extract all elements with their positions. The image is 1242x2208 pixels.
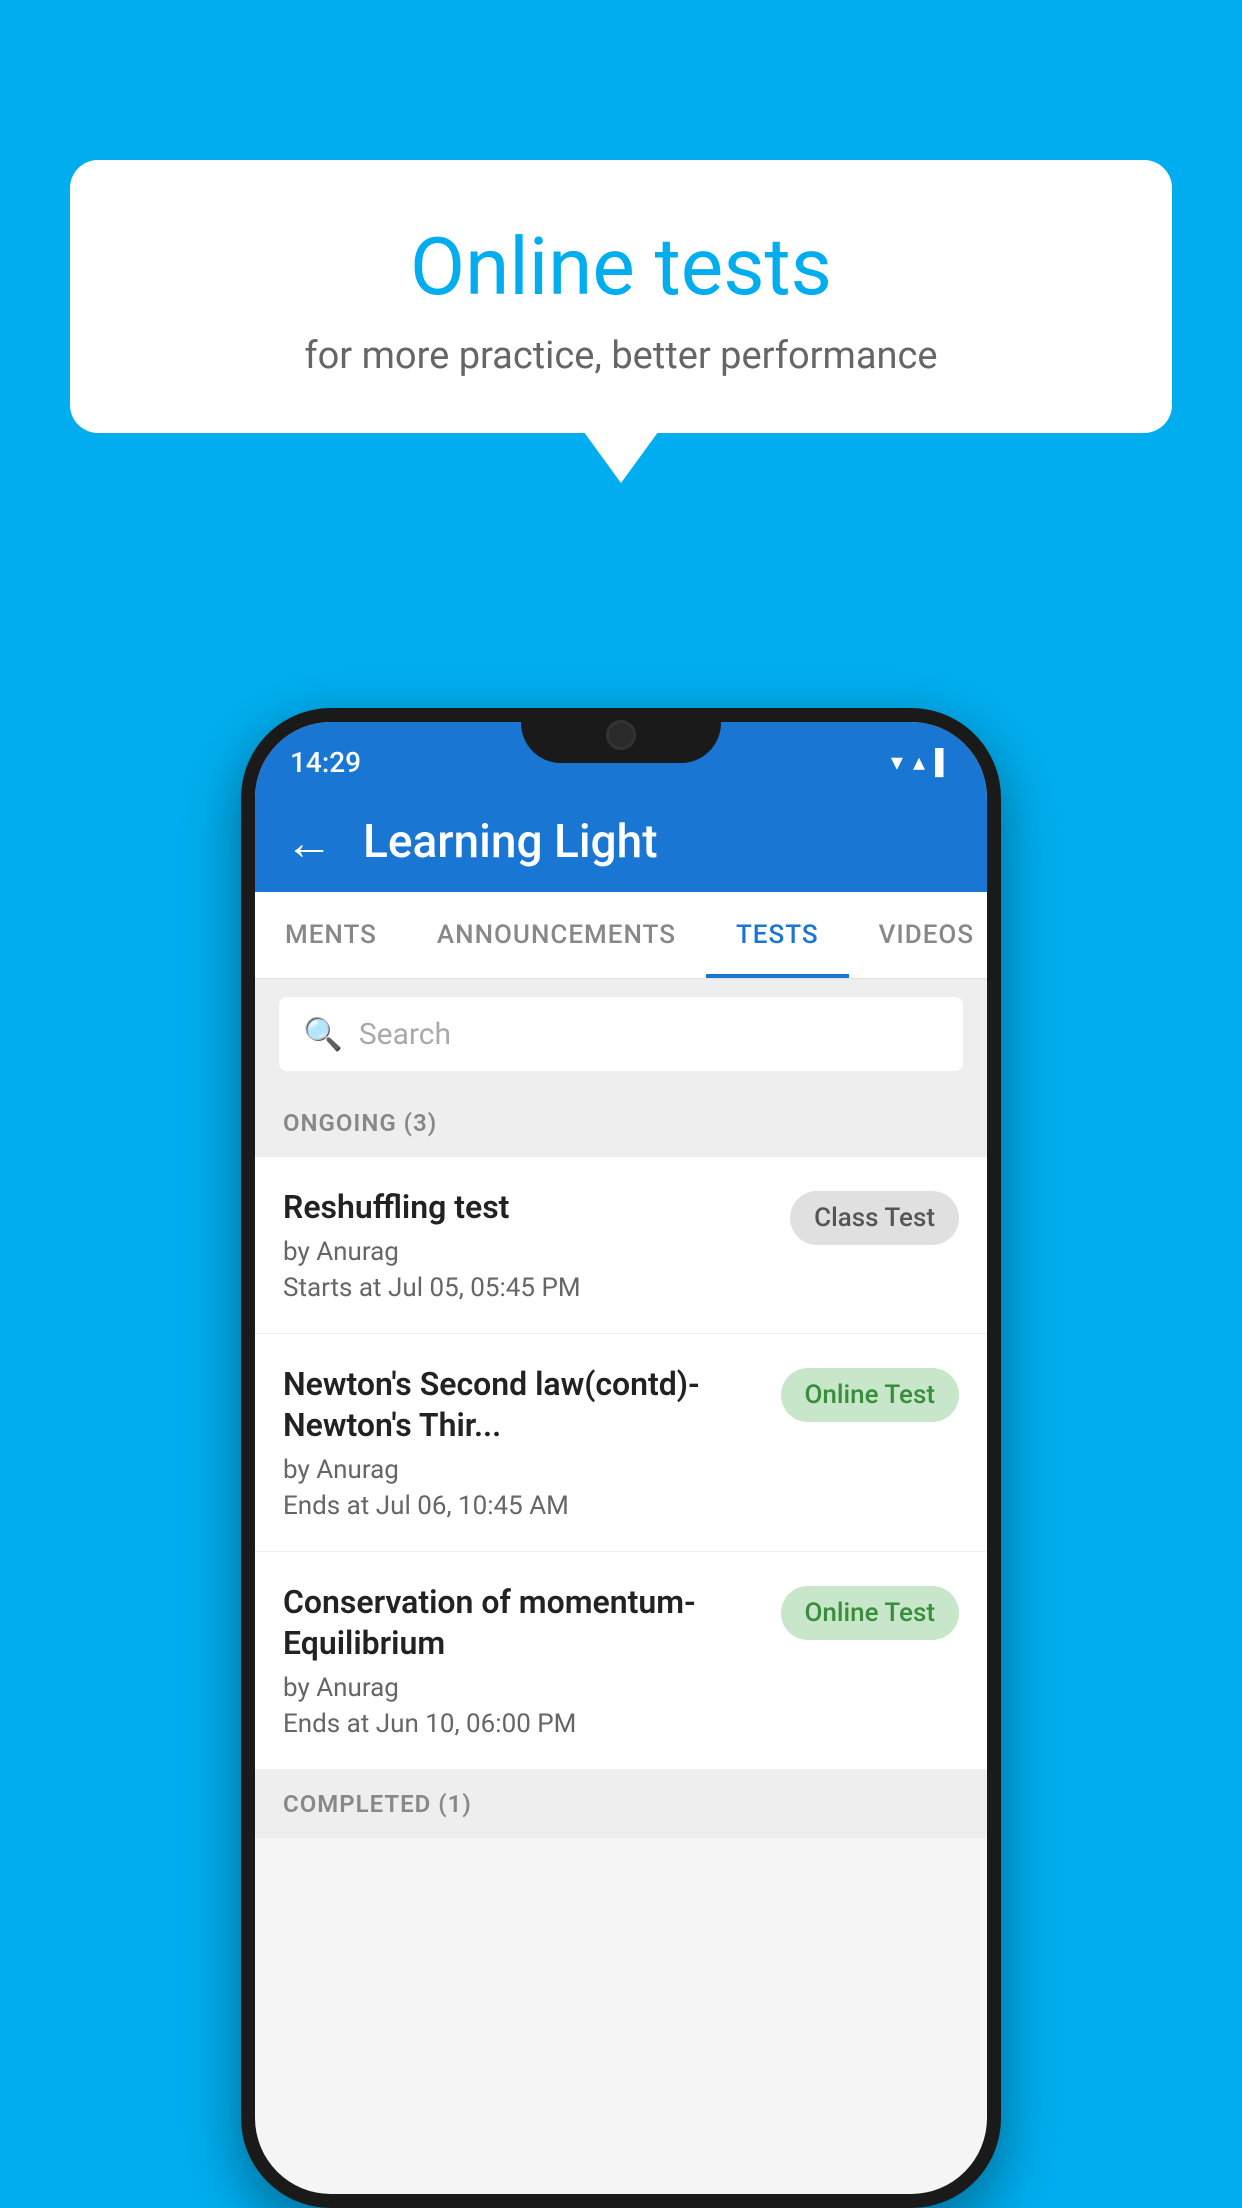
test-author-3: by Anurag [283,1673,761,1703]
test-badge-3: Online Test [781,1586,960,1640]
tab-bar: MENTS ANNOUNCEMENTS TESTS VIDEOS [255,892,987,979]
phone-wrapper: 14:29 ▾ ▴ ▌ ← Learning Light MENTS ANNOU… [241,708,1001,2208]
test-badge-2: Online Test [781,1368,960,1422]
search-container: 🔍 Search [255,979,987,1089]
tab-assignments[interactable]: MENTS [255,892,407,978]
status-icons: ▾ ▴ ▌ [891,748,952,777]
test-info-2: Newton's Second law(contd)-Newton's Thir… [283,1364,761,1521]
test-name-2: Newton's Second law(contd)-Newton's Thir… [283,1364,761,1447]
signal-icon: ▴ [913,748,925,776]
phone-device: 14:29 ▾ ▴ ▌ ← Learning Light MENTS ANNOU… [241,708,1001,2208]
wifi-icon: ▾ [891,748,903,776]
back-button[interactable]: ← [285,814,333,871]
tab-announcements[interactable]: ANNOUNCEMENTS [407,892,706,978]
search-box[interactable]: 🔍 Search [279,997,963,1071]
test-info-3: Conservation of momentum-Equilibrium by … [283,1582,761,1739]
tab-tests[interactable]: TESTS [706,892,849,978]
app-bar: ← Learning Light [255,792,987,892]
bubble-title: Online tests [120,220,1122,314]
test-name-1: Reshuffling test [283,1187,770,1229]
completed-section-header: COMPLETED (1) [255,1770,987,1838]
status-time: 14:29 [290,746,361,779]
phone-screen: 14:29 ▾ ▴ ▌ ← Learning Light MENTS ANNOU… [255,722,987,2194]
test-item-1[interactable]: Reshuffling test by Anurag Starts at Jul… [255,1157,987,1334]
search-placeholder: Search [359,1017,451,1052]
battery-icon: ▌ [935,748,952,777]
tab-videos[interactable]: VIDEOS [849,892,987,978]
test-list: Reshuffling test by Anurag Starts at Jul… [255,1157,987,1770]
phone-notch [521,708,721,763]
test-time-3: Ends at Jun 10, 06:00 PM [283,1709,761,1739]
bubble-subtitle: for more practice, better performance [120,334,1122,378]
test-badge-1: Class Test [790,1191,959,1245]
test-name-3: Conservation of momentum-Equilibrium [283,1582,761,1665]
front-camera [606,720,636,750]
test-time-1: Starts at Jul 05, 05:45 PM [283,1273,770,1303]
test-author-1: by Anurag [283,1237,770,1267]
app-title: Learning Light [363,815,658,869]
test-item-3[interactable]: Conservation of momentum-Equilibrium by … [255,1552,987,1770]
test-author-2: by Anurag [283,1455,761,1485]
test-info-1: Reshuffling test by Anurag Starts at Jul… [283,1187,770,1303]
promo-bubble: Online tests for more practice, better p… [70,160,1172,433]
ongoing-section-header: ONGOING (3) [255,1089,987,1157]
test-item-2[interactable]: Newton's Second law(contd)-Newton's Thir… [255,1334,987,1552]
search-icon: 🔍 [303,1015,343,1053]
test-time-2: Ends at Jul 06, 10:45 AM [283,1491,761,1521]
